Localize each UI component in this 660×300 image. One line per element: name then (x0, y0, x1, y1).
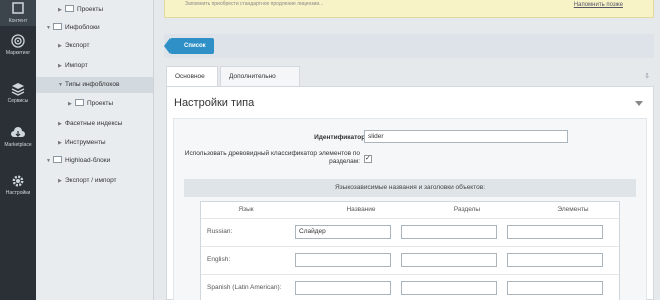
cloud-icon (11, 127, 25, 137)
layers-icon (11, 83, 25, 96)
folder-icon (75, 99, 84, 106)
content-icon (12, 2, 24, 14)
rail-item-label: Сервисы (7, 98, 29, 104)
rail-item-settings[interactable]: Настройки (0, 174, 36, 204)
target-icon (11, 34, 25, 48)
list-button[interactable]: Список (164, 38, 214, 54)
language-label: Russian: (207, 228, 233, 235)
tree-item-projects-type[interactable]: ▶ Проекты (68, 96, 113, 112)
table-row: Russian: Слайдер (201, 218, 619, 246)
context-toolbar (164, 34, 654, 58)
rail-item-marketing[interactable]: Маркетинг (0, 34, 36, 64)
chevron-right-icon: ▶ (58, 178, 62, 184)
rail-item-label: Маркетинг (5, 50, 31, 56)
name-input[interactable]: Слайдер (295, 225, 391, 239)
tree-classifier-checkbox[interactable] (364, 154, 372, 163)
notice-banner: Запомнить приобрести стандартное продлен… (164, 0, 654, 18)
tab-additional[interactable]: Дополнительно (220, 66, 300, 86)
remind-later-link[interactable]: Напомнить позже (574, 2, 623, 8)
elements-input[interactable] (507, 225, 603, 239)
admin-menu-tree: ▶ Проекты ▼ Инфоблоки ▶ Экспорт ▶ Импорт ▼ Ти… (36, 0, 154, 300)
sections-input[interactable] (401, 253, 497, 267)
rail-item-marketplace[interactable]: Marketplace (0, 126, 36, 156)
collapse-icon[interactable] (635, 101, 643, 106)
language-label: English: (207, 256, 231, 263)
chevron-down-icon: ▼ (46, 25, 51, 31)
chevron-down-icon: ▼ (46, 158, 51, 164)
id-label: Идентификатор (ID): (314, 134, 380, 141)
id-input[interactable]: slider (364, 130, 568, 143)
name-input[interactable] (295, 281, 391, 295)
folder-icon (65, 5, 74, 12)
tree-item-iblock-types[interactable]: ▼ Типы инфоблоков (36, 77, 153, 93)
panel-title: Настройки типа (174, 97, 255, 109)
chevron-right-icon: ▶ (58, 43, 62, 49)
gear-icon (12, 175, 24, 187)
rail-item-content[interactable]: Контент (0, 0, 36, 26)
tree-classifier-label: Использовать древовидный классификатор э… (184, 150, 360, 165)
tree-item-export-import[interactable]: ▶ Экспорт / импорт (58, 173, 117, 189)
notice-text: Запомнить приобрести стандартное продлен… (185, 1, 324, 7)
chevron-right-icon: ▶ (58, 7, 62, 13)
chevron-right-icon: ▶ (58, 121, 62, 127)
panel-body: Идентификатор (ID): slider Использовать … (173, 118, 647, 300)
rail-item-label: Настройки (5, 190, 31, 196)
column-header-sections: Разделы (453, 206, 481, 213)
column-header-language: Язык (238, 206, 254, 213)
chevron-right-icon: ▶ (58, 63, 62, 69)
folder-icon (53, 23, 62, 30)
elements-input[interactable] (507, 281, 603, 295)
pin-icon[interactable]: ⇩ (644, 72, 650, 80)
tree-item-highload[interactable]: ▼ Highload-блоки (46, 153, 110, 169)
settings-panel: Настройки типа Идентификатор (ID): slide… (166, 86, 654, 300)
chevron-right-icon: ▶ (68, 101, 72, 107)
tree-item-facet-indexes[interactable]: ▶ Фасетные индексы (58, 116, 122, 132)
tree-item-iblocks[interactable]: ▼ Инфоблоки (46, 20, 100, 36)
rail-item-services[interactable]: Сервисы (0, 82, 36, 112)
table-row: English: (201, 246, 619, 274)
rail-item-label: Marketplace (4, 142, 32, 148)
column-header-name: Название (346, 206, 376, 213)
rail-item-label: Контент (8, 18, 28, 24)
table-row: Spanish (Latin American): (201, 274, 619, 300)
sections-input[interactable] (401, 281, 497, 295)
name-input[interactable] (295, 253, 391, 267)
tree-item-import[interactable]: ▶ Импорт (58, 58, 88, 74)
elements-input[interactable] (507, 253, 603, 267)
main-content: Запомнить приобрести стандартное продлен… (154, 0, 660, 300)
language-names-table: Язык Название Разделы Элементы Russian: … (200, 201, 620, 300)
section-header: Языкозависимые названия и заголовки объе… (184, 179, 636, 197)
tab-main[interactable]: Основное (166, 66, 218, 86)
main-nav-rail: Контент Маркетинг Сервисы Marketplace На… (0, 0, 36, 300)
chevron-down-icon: ▼ (58, 82, 63, 88)
column-header-elements: Элементы (557, 206, 589, 213)
language-label: Spanish (Latin American): (207, 284, 282, 291)
chevron-right-icon: ▶ (58, 140, 62, 146)
folder-icon (53, 156, 62, 163)
sections-input[interactable] (401, 225, 497, 239)
tree-item-projects[interactable]: ▶ Проекты (58, 2, 103, 18)
tree-item-tools[interactable]: ▶ Инструменты (58, 135, 106, 151)
tree-item-export[interactable]: ▶ Экспорт (58, 38, 89, 54)
